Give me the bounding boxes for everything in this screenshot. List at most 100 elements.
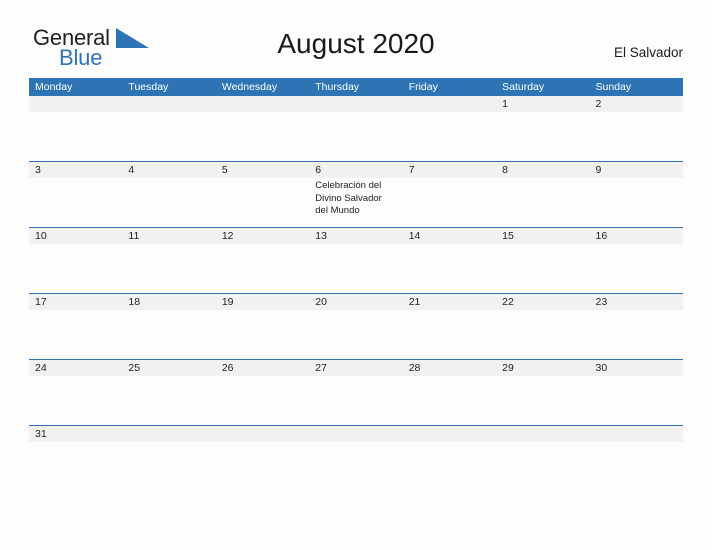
day-cell[interactable] [122,178,215,227]
day-cell[interactable] [122,442,215,470]
day-number[interactable]: 24 [29,360,122,376]
day-cell[interactable] [496,310,589,359]
day-cell[interactable] [216,112,309,161]
day-cell[interactable] [216,442,309,470]
weekday-header-monday: Monday [35,81,73,93]
country-label: El Salvador [613,45,683,60]
day-cell[interactable] [496,112,589,161]
day-number[interactable]: 17 [29,294,122,310]
day-cell[interactable] [590,376,683,425]
day-number[interactable]: 7 [403,162,496,178]
day-number[interactable] [122,96,215,112]
day-number[interactable]: 16 [590,228,683,244]
day-number[interactable]: 23 [590,294,683,310]
day-number[interactable]: 2 [590,96,683,112]
day-cell[interactable] [29,112,122,161]
day-number[interactable] [496,426,589,442]
calendar-week-row: 24 25 26 27 28 29 30 [29,360,683,426]
week-event-band [29,112,683,161]
day-number[interactable]: 30 [590,360,683,376]
day-number[interactable]: 21 [403,294,496,310]
day-number[interactable]: 28 [403,360,496,376]
day-number[interactable]: 5 [216,162,309,178]
day-number[interactable]: 4 [122,162,215,178]
weekday-header-sunday: Sunday [595,81,632,93]
day-cell[interactable] [496,376,589,425]
day-number[interactable]: 10 [29,228,122,244]
day-cell[interactable] [403,112,496,161]
day-number[interactable] [403,96,496,112]
week-date-band: 17 18 19 20 21 22 23 [29,294,683,310]
day-number[interactable]: 14 [403,228,496,244]
day-cell[interactable] [403,310,496,359]
day-cell[interactable] [216,178,309,227]
day-number[interactable]: 26 [216,360,309,376]
week-date-band: 10 11 12 13 14 15 16 [29,228,683,244]
day-number[interactable]: 9 [590,162,683,178]
day-cell[interactable] [590,178,683,227]
day-cell[interactable] [309,442,402,470]
day-number[interactable] [29,96,122,112]
day-number[interactable]: 3 [29,162,122,178]
day-cell[interactable] [496,442,589,470]
day-cell-holiday[interactable]: Celebración del Divino Salvador del Mund… [309,178,402,227]
weekday-header-thursday: Thursday [315,81,360,93]
day-number[interactable] [216,426,309,442]
day-number[interactable] [309,426,402,442]
day-cell[interactable] [496,244,589,293]
day-number[interactable]: 19 [216,294,309,310]
week-date-band: 31 [29,426,683,442]
weekday-header-tuesday: Tuesday [128,81,169,93]
day-number[interactable]: 1 [496,96,589,112]
day-number[interactable]: 31 [29,426,122,442]
day-cell[interactable] [122,112,215,161]
calendar-week-row: 17 18 19 20 21 22 23 [29,294,683,360]
day-number[interactable] [216,96,309,112]
day-cell[interactable] [309,310,402,359]
day-cell[interactable] [29,310,122,359]
day-number[interactable]: 11 [122,228,215,244]
day-cell[interactable] [496,178,589,227]
week-event-band [29,244,683,293]
day-cell[interactable] [216,244,309,293]
day-number[interactable] [122,426,215,442]
day-number[interactable]: 25 [122,360,215,376]
day-number[interactable]: 15 [496,228,589,244]
day-cell[interactable] [590,244,683,293]
day-cell[interactable] [122,244,215,293]
day-cell[interactable] [309,244,402,293]
day-cell[interactable] [309,112,402,161]
day-number[interactable] [590,426,683,442]
day-cell[interactable] [590,310,683,359]
day-cell[interactable] [29,244,122,293]
week-date-band: 24 25 26 27 28 29 30 [29,360,683,376]
calendar-week-row: 31 [29,426,683,470]
day-cell[interactable] [122,310,215,359]
day-cell[interactable] [309,376,402,425]
day-cell[interactable] [590,442,683,470]
day-number[interactable] [309,96,402,112]
day-cell[interactable] [29,442,122,470]
day-number[interactable]: 29 [496,360,589,376]
day-number[interactable]: 12 [216,228,309,244]
day-cell[interactable] [403,244,496,293]
day-number[interactable]: 13 [309,228,402,244]
day-cell[interactable] [590,112,683,161]
day-cell[interactable] [403,178,496,227]
calendar-grid: Monday Tuesday Wednesday Thursday Friday… [29,78,683,470]
day-cell[interactable] [216,310,309,359]
day-cell[interactable] [216,376,309,425]
day-cell[interactable] [403,442,496,470]
day-cell[interactable] [122,376,215,425]
day-cell[interactable] [29,178,122,227]
day-cell[interactable] [29,376,122,425]
week-event-band [29,310,683,359]
day-number[interactable]: 6 [309,162,402,178]
day-number[interactable]: 18 [122,294,215,310]
day-number[interactable] [403,426,496,442]
day-number[interactable]: 27 [309,360,402,376]
day-number[interactable]: 20 [309,294,402,310]
day-number[interactable]: 8 [496,162,589,178]
day-cell[interactable] [403,376,496,425]
day-number[interactable]: 22 [496,294,589,310]
